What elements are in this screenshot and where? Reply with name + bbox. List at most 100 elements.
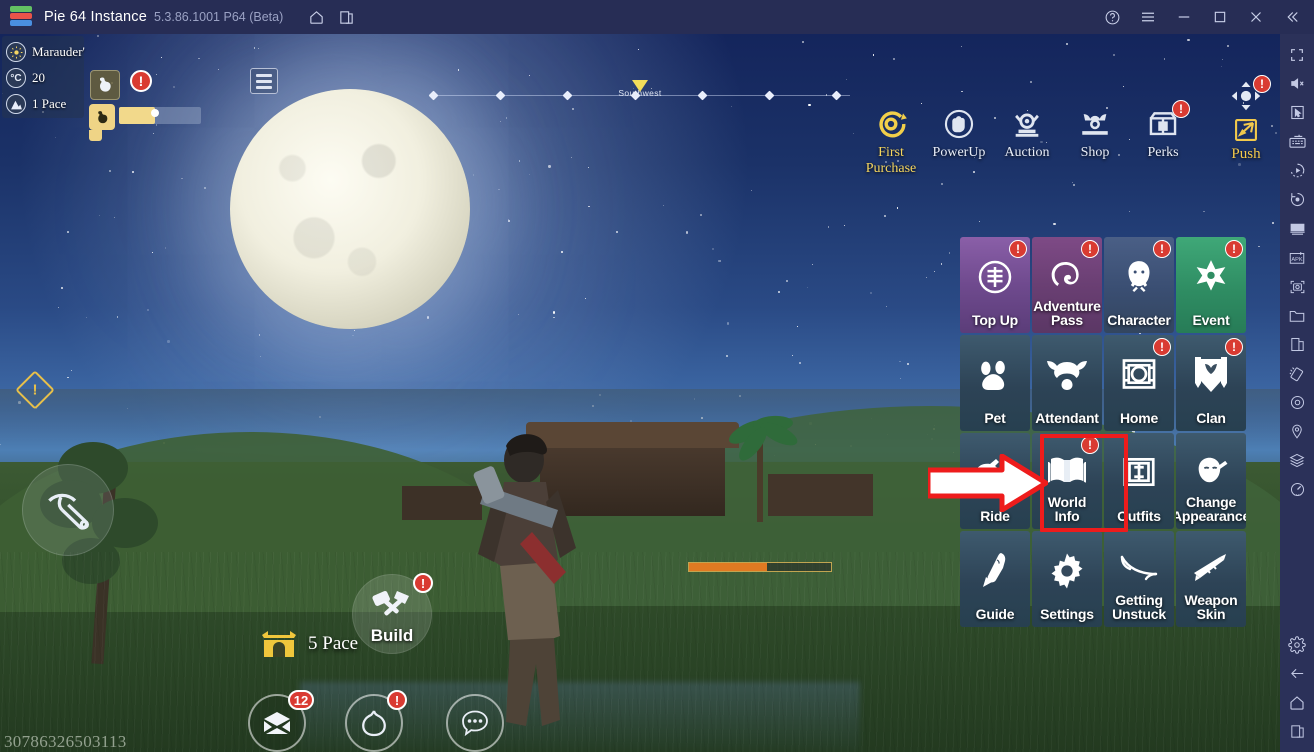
alert-glyph: !: [1253, 75, 1271, 93]
shortcut-perks[interactable]: ! Perks: [1132, 100, 1194, 177]
minimize-icon[interactable]: [1166, 0, 1202, 34]
alert-glyph: !: [413, 573, 433, 593]
menu-tile-alert-badge: !: [1225, 338, 1243, 356]
home-icon[interactable]: [301, 2, 331, 32]
game-viewport[interactable]: Southwest Marauder' °C 20 1 Pace ! First…: [0, 34, 1280, 752]
build-button[interactable]: Build !: [352, 573, 433, 654]
multi-instance-icon[interactable]: [1280, 330, 1314, 359]
alert-glyph: !: [130, 70, 152, 92]
menu-tile-pet[interactable]: Pet: [960, 335, 1030, 431]
shortcut-label: Perks: [1147, 145, 1179, 160]
shortcut-powerup[interactable]: PowerUp: [928, 104, 990, 177]
menu-tile-attendant[interactable]: Attendant: [1032, 335, 1102, 431]
menu-tile-weapon-skin[interactable]: Weapon Skin: [1176, 531, 1246, 627]
performance-icon[interactable]: [1280, 475, 1314, 504]
install-apk-icon[interactable]: APK: [1280, 243, 1314, 272]
shortcut-label: First Purchase: [865, 145, 917, 176]
outfits-icon: [1120, 453, 1158, 496]
shortcut-shop[interactable]: Shop: [1064, 104, 1126, 177]
gather-button[interactable]: [22, 464, 114, 556]
menu-tile-alert-badge: !: [1009, 240, 1027, 258]
push-button[interactable]: ! Push: [1222, 75, 1271, 163]
record-play-icon[interactable]: [1280, 156, 1314, 185]
bag-alert-badge: !: [387, 690, 407, 710]
menu-tile-guide[interactable]: Guide: [960, 531, 1030, 627]
powerup-fist-icon: [928, 104, 990, 144]
alert-glyph: !: [1009, 240, 1027, 258]
menu-tile-alert-badge: !: [1081, 240, 1099, 258]
chat-button[interactable]: [446, 694, 504, 752]
back-arrow-icon[interactable]: [1280, 659, 1314, 688]
shortcut-auction[interactable]: Auction: [996, 104, 1058, 177]
home-gate-icon: [1120, 355, 1158, 398]
keyboard-icon[interactable]: [1280, 127, 1314, 156]
clan-banner-icon: [1192, 355, 1230, 402]
bluestacks-logo-icon: [10, 6, 32, 28]
build-label: Build: [370, 626, 414, 645]
mute-icon[interactable]: [1280, 69, 1314, 98]
layers-icon[interactable]: [1280, 446, 1314, 475]
stomach-bar-icon: [89, 104, 115, 130]
home-icon[interactable]: [1280, 688, 1314, 717]
close-icon[interactable]: [1238, 0, 1274, 34]
maximize-icon[interactable]: [1202, 0, 1238, 34]
menu-tile-settings[interactable]: Settings: [1032, 531, 1102, 627]
menu-tile-clan[interactable]: Clan!: [1176, 335, 1246, 431]
recents-icon[interactable]: [1280, 717, 1314, 746]
hunger-alert-badge: !: [130, 70, 152, 92]
menu-tile-adventure-pass[interactable]: Adventure Pass!: [1032, 237, 1102, 333]
pointer-icon[interactable]: [1280, 98, 1314, 127]
hunger-bar: [89, 104, 219, 141]
alert-glyph: !: [1081, 436, 1099, 454]
auction-icon: [996, 104, 1058, 144]
alert-glyph: !: [387, 690, 407, 710]
menu-tile-label: Getting Unstuck: [1112, 592, 1166, 622]
gamepad-icon[interactable]: [1280, 214, 1314, 243]
menu-tile-label: Event: [1192, 312, 1230, 328]
pace-label: 5 Pace: [308, 633, 359, 654]
bag-button[interactable]: !: [345, 690, 407, 752]
bag-icon: [362, 710, 386, 737]
menu-tile-alert-badge: !: [1081, 436, 1099, 454]
hunger-bar-fill: [119, 107, 155, 124]
menu-tile-event[interactable]: Event!: [1176, 237, 1246, 333]
mail-button[interactable]: 12: [248, 690, 314, 752]
stat-row-temperature: °C 20: [2, 65, 84, 91]
hunger-bar-track: [119, 107, 201, 124]
help-circle-icon[interactable]: [1094, 0, 1130, 34]
quest-list-icon[interactable]: [250, 68, 278, 94]
pet-icon: [975, 355, 1015, 400]
character-icon: [1119, 257, 1159, 302]
menu-tile-getting-unstuck[interactable]: Getting Unstuck: [1104, 531, 1174, 627]
hunger-bar-knob: [151, 109, 159, 117]
hamburger-menu-icon[interactable]: [1130, 0, 1166, 34]
menu-tile-change-appearance[interactable]: Change Appearance: [1176, 433, 1246, 529]
chat-icon: [462, 710, 488, 737]
collapse-icon[interactable]: [1274, 0, 1310, 34]
settings-gear-icon[interactable]: [1280, 630, 1314, 659]
stomach-icon[interactable]: [90, 70, 120, 100]
rotate-icon[interactable]: [1280, 185, 1314, 214]
pace-marker: 5 Pace: [258, 629, 358, 659]
bluestacks-sidebar: APK: [1280, 34, 1314, 752]
compass: Southwest: [428, 80, 850, 106]
hammer-build-icon: [372, 590, 409, 616]
menu-tile-home[interactable]: Home!: [1104, 335, 1174, 431]
eco-mode-icon[interactable]: [1280, 388, 1314, 417]
hunger-bar-stub: [89, 130, 102, 141]
fullscreen-icon[interactable]: [1280, 40, 1314, 69]
shake-icon[interactable]: [1280, 359, 1314, 388]
screenshot-icon[interactable]: [1280, 272, 1314, 301]
menu-tile-label: Weapon Skin: [1184, 592, 1238, 622]
folder-icon[interactable]: [1280, 301, 1314, 330]
sun-compass-icon: [6, 42, 26, 62]
menu-tile-top-up[interactable]: Top Up!: [960, 237, 1030, 333]
multi-instance-icon[interactable]: [331, 2, 361, 32]
menu-tile-label: Attendant: [1035, 410, 1099, 426]
menu-tile-character[interactable]: Character!: [1104, 237, 1174, 333]
menu-tile-outfits[interactable]: Outfits: [1104, 433, 1174, 529]
menu-tile-label: Adventure Pass: [1033, 298, 1101, 328]
temp-unit: °C: [10, 72, 22, 84]
location-pin-icon[interactable]: [1280, 417, 1314, 446]
shortcut-first-purchase[interactable]: First Purchase: [860, 104, 922, 177]
